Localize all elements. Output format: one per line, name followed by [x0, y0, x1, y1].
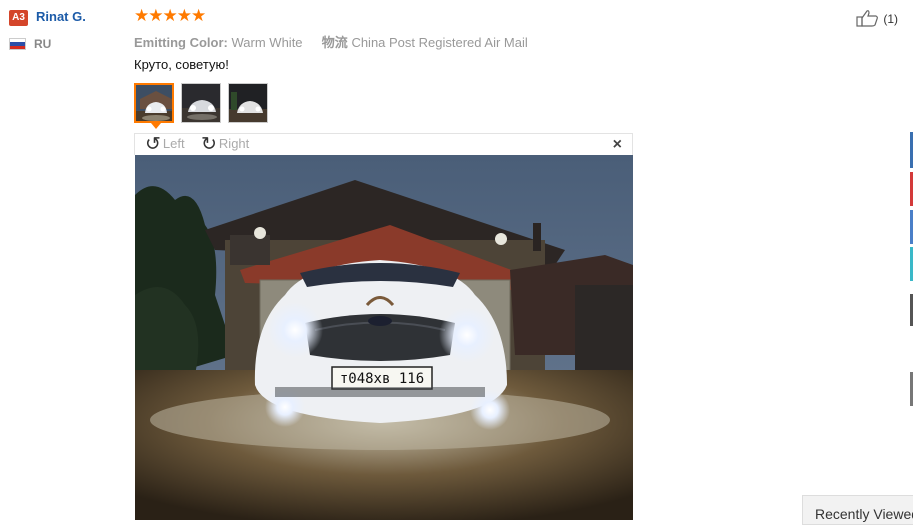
- helpful-button[interactable]: (1): [856, 9, 898, 27]
- rating-stars: ★★★★★: [134, 6, 206, 25]
- review-thumbnail[interactable]: [181, 83, 221, 123]
- rotate-right-label: Right: [218, 136, 250, 151]
- recently-viewed-tab[interactable]: Recently Viewed: [802, 495, 913, 525]
- rotate-left-button[interactable]: ↺ Left: [145, 135, 185, 154]
- image-viewer-toolbar: ↺ Left ↻ Right ×: [134, 133, 633, 155]
- rotate-left-label: Left: [162, 136, 185, 151]
- active-thumbnail-pointer: [151, 123, 161, 129]
- thumbs-up-icon: [856, 10, 878, 27]
- reviewer-country: RU: [34, 37, 52, 51]
- rotate-right-icon: ↻: [201, 134, 217, 155]
- review-thumbnail[interactable]: [228, 83, 268, 123]
- review-comment: Круто, советую!: [134, 57, 229, 72]
- review-thumbnail[interactable]: [134, 83, 174, 123]
- close-icon[interactable]: ×: [613, 136, 622, 154]
- helpful-count: (1): [883, 12, 899, 26]
- attr-shipping-value: China Post Registered Air Mail: [351, 35, 528, 50]
- user-level-badge: A3: [9, 10, 28, 26]
- attr-shipping-key: 物流: [321, 35, 348, 50]
- reviewer-name-link[interactable]: Rinat G.: [36, 9, 86, 24]
- rotate-left-icon: ↺: [145, 134, 161, 155]
- review-attributes: Emitting Color: Warm White 物流 China Post…: [134, 32, 528, 51]
- flag-ru-icon: [9, 38, 26, 50]
- review-photo: т048хв 116: [135, 155, 633, 520]
- license-plate-text: т048хв 116: [340, 371, 424, 387]
- rotate-right-button[interactable]: ↻ Right: [201, 135, 249, 154]
- attr-color-value: Warm White: [231, 35, 303, 50]
- attr-color-key: Emitting Color:: [134, 35, 228, 50]
